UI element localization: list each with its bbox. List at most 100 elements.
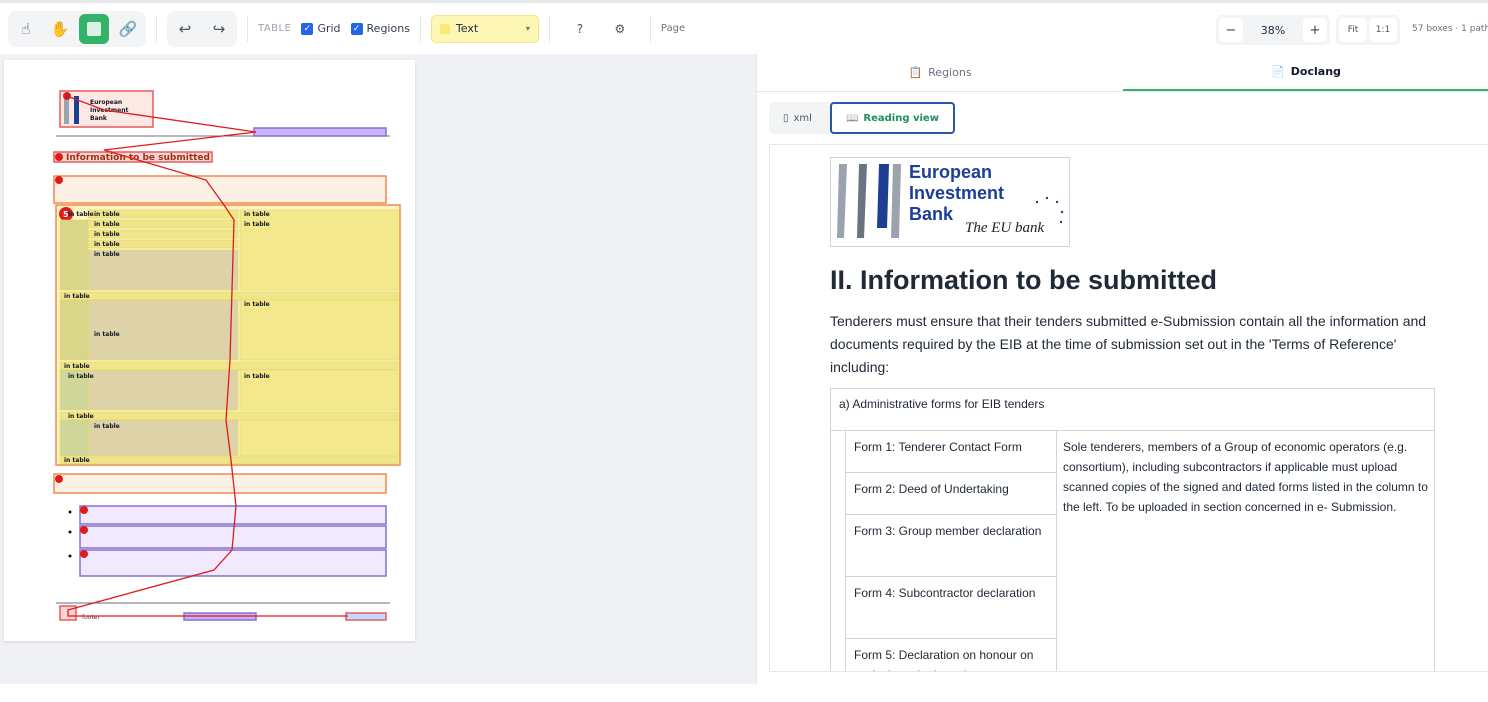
- table-header-cell: a) Administrative forms for EIB tenders: [831, 389, 1434, 431]
- page-label: Page: [660, 23, 686, 34]
- clipboard-icon: 📋: [908, 66, 923, 79]
- document-icon: 📄: [1271, 65, 1285, 78]
- svg-text:in table: in table: [244, 221, 270, 228]
- subtab-xml[interactable]: ▯ xml: [769, 102, 826, 134]
- file-icon: ▯: [783, 112, 789, 124]
- output-panel: 📋 Regions 📄 Doclang ▯ xml 📖 Reading view Eur…: [756, 54, 1488, 684]
- pointer-hand-icon: ☝: [21, 19, 31, 38]
- tab-regions-label: Regions: [928, 66, 972, 79]
- svg-text:in table: in table: [64, 293, 90, 300]
- region-box-page-header[interactable]: [253, 127, 387, 137]
- tab-doclang-label: Doclang: [1290, 65, 1341, 78]
- svg-text:in table: in table: [94, 241, 120, 248]
- tab-regions[interactable]: 📋 Regions: [757, 54, 1123, 91]
- grid-checkbox-label: Grid: [317, 22, 341, 35]
- fit-button[interactable]: Fit: [1339, 18, 1367, 42]
- page-thumbnail[interactable]: European Investment Bank 2 Information t…: [4, 60, 415, 641]
- forms-description-cell: Sole tenderers, members of a Group of ec…: [1063, 440, 1428, 514]
- region-marker: [55, 153, 63, 161]
- hand-icon: ✋: [50, 19, 70, 38]
- section-heading: II. Information to be submitted: [830, 265, 1217, 295]
- region-box-footer[interactable]: [345, 612, 387, 621]
- subtab-reading-label: Reading view: [863, 112, 939, 124]
- intro-paragraph: Tenderers must ensure that their tenders…: [830, 313, 1427, 375]
- region-box-list-item[interactable]: [79, 549, 387, 577]
- svg-text:in table: in table: [94, 331, 120, 338]
- redo-icon: ↪: [212, 19, 226, 38]
- bottom-strip: [0, 684, 1488, 702]
- help-icon: ?: [576, 21, 584, 36]
- table-body: Form 1: Tenderer Contact Form Form 2: De…: [831, 431, 1434, 671]
- subtab-xml-label: xml: [793, 112, 812, 124]
- redo-button[interactable]: ↪: [204, 14, 234, 44]
- output-tabs: 📋 Regions 📄 Doclang: [757, 54, 1488, 92]
- region-box-list-item[interactable]: [79, 505, 387, 525]
- chevron-down-icon: ▾: [525, 24, 530, 33]
- logo-line: Investment: [909, 183, 1005, 203]
- settings-button[interactable]: ⚙: [606, 15, 634, 43]
- region-marker: [80, 550, 88, 558]
- regions-checkbox[interactable]: ✓ Regions: [350, 22, 410, 35]
- divider: [548, 15, 550, 42]
- region-marker: [80, 506, 88, 514]
- forms-column: Form 1: Tenderer Contact Form Form 2: De…: [846, 431, 1057, 671]
- pan-tool-button[interactable]: ✋: [45, 14, 75, 44]
- region-box-paragraph[interactable]: [53, 473, 387, 494]
- svg-text:in table: in table: [94, 423, 120, 430]
- table-gutter: [831, 431, 846, 671]
- undo-icon: ↩: [178, 19, 192, 38]
- forms-table: a) Administrative forms for EIB tenders …: [830, 388, 1435, 671]
- link-tool-button[interactable]: 🔗: [113, 14, 143, 44]
- label-type-value: Text: [455, 22, 479, 35]
- svg-text:in table: in table: [64, 363, 90, 370]
- svg-text:in table: in table: [68, 373, 94, 380]
- actual-size-button[interactable]: 1:1: [1369, 18, 1397, 42]
- link-icon: 🔗: [118, 19, 138, 38]
- thumb-heading: Information to be submitted: [66, 153, 210, 163]
- label-color-swatch: [439, 23, 450, 34]
- svg-text:in table: in table: [68, 211, 94, 218]
- region-overlay: European Investment Bank 2 Information t…: [53, 90, 401, 621]
- eib-logo-text: European Investment Bank: [909, 162, 1004, 225]
- checkbox-checked-icon: ✓: [350, 22, 363, 35]
- book-icon: 📖: [845, 112, 859, 124]
- pointer-tool-button[interactable]: ☝: [11, 14, 41, 44]
- svg-text:in table: in table: [94, 231, 120, 238]
- logo-line: European: [909, 162, 993, 182]
- zoom-controls: − 38% +: [1216, 15, 1330, 45]
- regions-checkbox-label: Regions: [366, 22, 410, 35]
- toolbar: ☝ ✋ 🔗 ↩ ↪ TABLE ✓ Grid ✓ Regions Text ▾ ? …: [0, 0, 1488, 54]
- tab-doclang[interactable]: 📄 Doclang: [1123, 54, 1488, 91]
- footer-label: footer: [82, 614, 100, 621]
- table-cell: Form 2: Deed of Undertaking: [846, 473, 1057, 515]
- divider: [649, 15, 651, 42]
- table-cell: Form 3: Group member declaration: [846, 515, 1057, 577]
- annotation-canvas[interactable]: European Investment Bank 2 Information t…: [0, 54, 756, 684]
- box-tool-button[interactable]: [79, 13, 109, 44]
- undo-button[interactable]: ↩: [170, 14, 200, 44]
- svg-text:in table: in table: [64, 457, 90, 464]
- region-marker: [80, 526, 88, 534]
- reading-view-document[interactable]: European Investment Bank The EU bank II.…: [769, 144, 1488, 672]
- help-button[interactable]: ?: [566, 15, 594, 43]
- svg-text:in table: in table: [94, 211, 120, 218]
- grid-checkbox[interactable]: ✓ Grid: [301, 22, 341, 35]
- fit-controls: Fit 1:1: [1336, 15, 1400, 45]
- label-type-dropdown[interactable]: Text ▾: [430, 14, 539, 43]
- eib-logo-mark: [837, 164, 901, 238]
- logo-thumb-text: Bank: [90, 115, 108, 122]
- region-marker: [55, 475, 63, 483]
- table-cell: Form 1: Tenderer Contact Form: [846, 431, 1057, 473]
- divider: [247, 15, 248, 42]
- zoom-out-button[interactable]: −: [1219, 18, 1243, 42]
- app-root: ☝ ✋ 🔗 ↩ ↪ TABLE ✓ Grid ✓ Regions Text ▾ ? …: [0, 0, 1488, 702]
- table-section-label: TABLE: [258, 23, 292, 34]
- zoom-in-button[interactable]: +: [1303, 18, 1327, 42]
- svg-text:in table: in table: [94, 221, 120, 228]
- eib-logo: European Investment Bank The EU bank: [830, 157, 1070, 247]
- svg-text:in table: in table: [244, 211, 270, 218]
- subtab-reading-view[interactable]: 📖 Reading view: [829, 102, 955, 134]
- region-marker: [55, 176, 63, 184]
- table-cell: Form 5: Declaration on honour on exclusi…: [846, 639, 1057, 671]
- zoom-level: 38%: [1260, 23, 1286, 37]
